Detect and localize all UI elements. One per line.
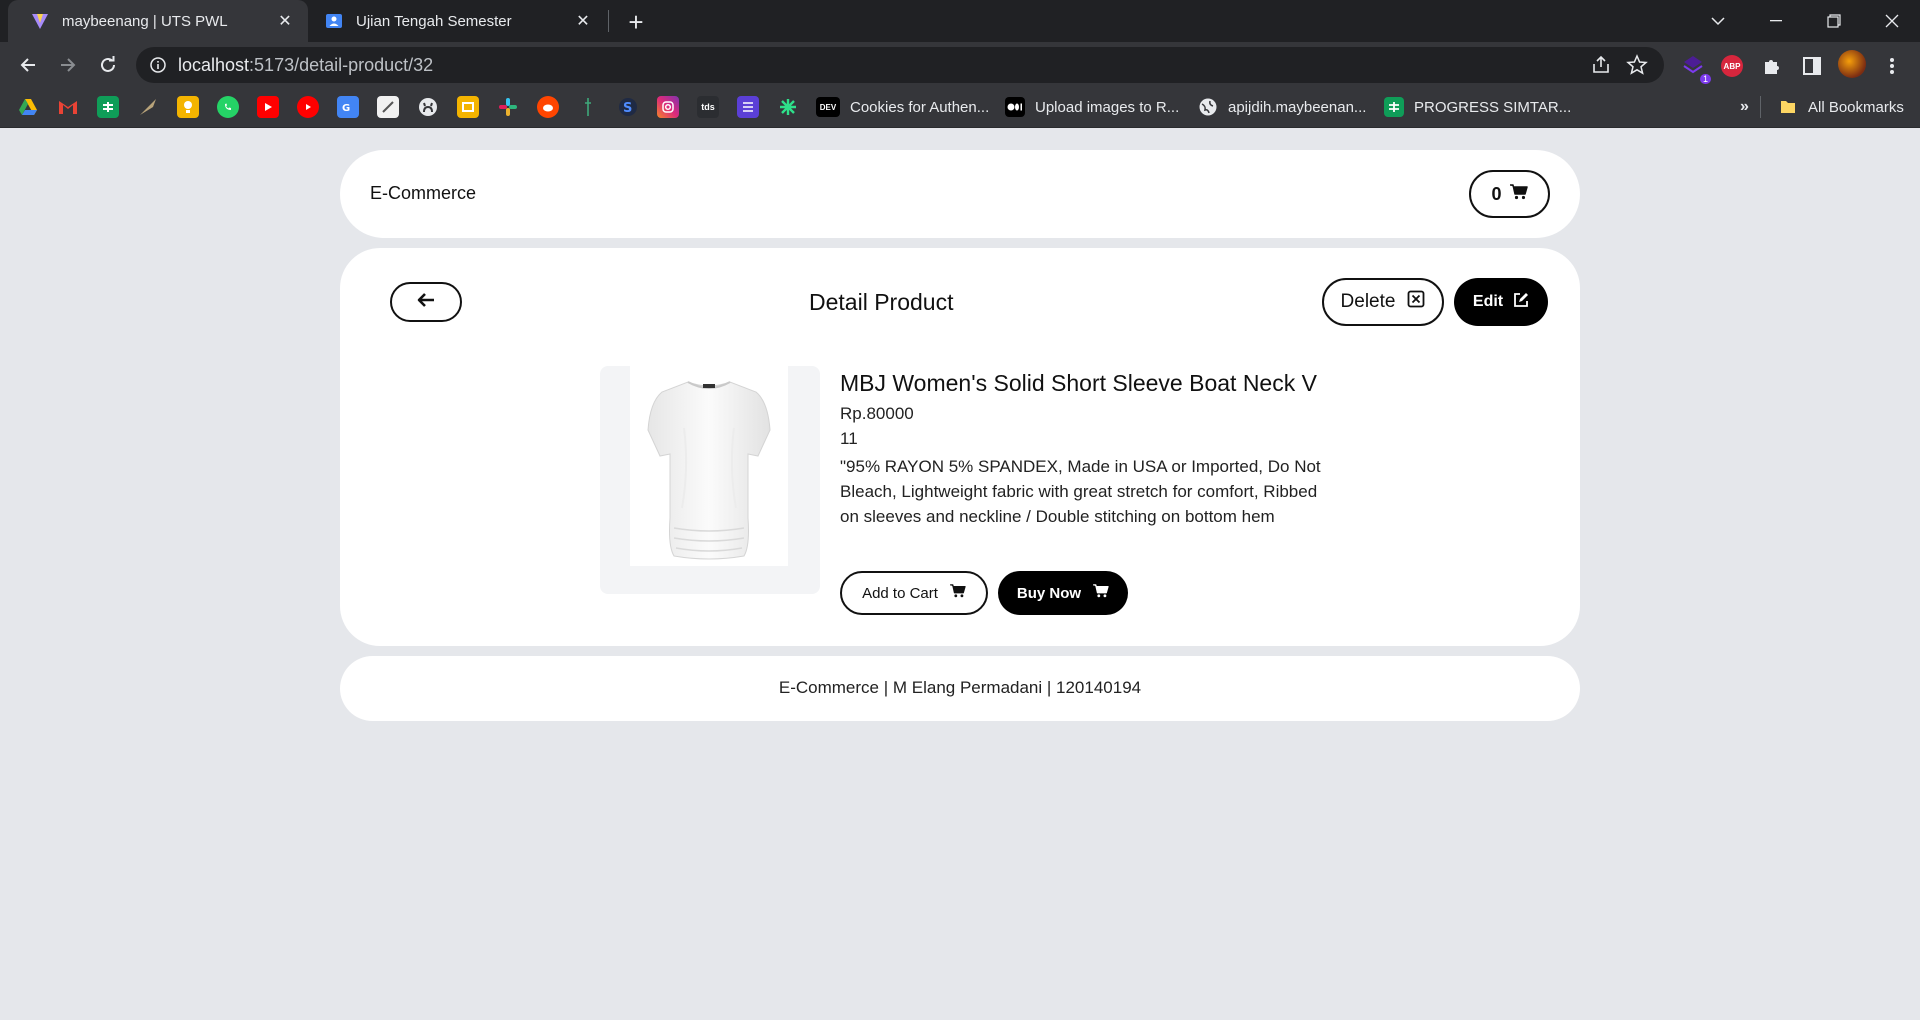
cart-icon	[950, 584, 966, 602]
back-button[interactable]	[390, 282, 462, 322]
extension-badge: 1	[1699, 74, 1711, 84]
bookmark-upload-images[interactable]: Upload images to R...	[1005, 96, 1179, 118]
share-icon[interactable]	[1590, 54, 1612, 76]
tab-search-icon[interactable]	[1690, 0, 1746, 42]
svg-text:S: S	[623, 101, 632, 116]
asterisk-icon[interactable]	[777, 96, 799, 118]
slack-icon[interactable]	[497, 96, 519, 118]
reload-icon[interactable]	[92, 49, 124, 81]
bookmark-progress-simtar[interactable]: PROGRESS SIMTAR...	[1384, 96, 1571, 118]
vite-icon	[30, 11, 50, 31]
tab-uts-pwl[interactable]: maybeenang | UTS PWL ✕	[8, 0, 308, 42]
product-image-frame	[600, 366, 820, 594]
globe-icon	[1198, 97, 1218, 117]
classroom-icon	[324, 11, 344, 31]
pin-icon[interactable]	[577, 96, 599, 118]
document-icon[interactable]	[377, 96, 399, 118]
delete-button[interactable]: Delete	[1322, 278, 1444, 326]
reddit-icon[interactable]	[537, 96, 559, 118]
tab-separator	[608, 10, 609, 32]
site-info-icon[interactable]	[148, 55, 168, 75]
tds-icon[interactable]: tds	[697, 96, 719, 118]
footer-text: E-Commerce | M Elang Permadani | 1201401…	[778, 678, 1142, 697]
google-slides-icon[interactable]	[457, 96, 479, 118]
delete-label: Delete	[1340, 291, 1396, 312]
list-icon[interactable]	[737, 96, 759, 118]
brand-logo-text[interactable]: E-Commerce	[370, 183, 476, 204]
cart-icon	[1509, 183, 1528, 205]
browser-toolbar: localhost:5173/detail-product/32 1 ABP	[0, 42, 1920, 88]
svg-text:G: G	[342, 103, 350, 114]
cart-button[interactable]: 0	[1469, 170, 1550, 218]
folder-icon	[1778, 97, 1798, 117]
bookmark-separator	[1760, 96, 1761, 118]
google-sheets-icon[interactable]	[97, 96, 119, 118]
all-bookmarks[interactable]: All Bookmarks	[1778, 96, 1904, 118]
forward-nav-icon[interactable]	[52, 49, 84, 81]
extensions-puzzle-icon[interactable]	[1758, 52, 1786, 80]
quill-icon[interactable]	[137, 96, 159, 118]
page-title: Detail Product	[809, 289, 954, 315]
product-name: MBJ Women's Solid Short Sleeve Boat Neck…	[840, 370, 1317, 396]
edit-label: Edit	[1472, 293, 1504, 310]
dev-icon: DEV	[816, 97, 840, 117]
product-image	[630, 366, 788, 566]
bookmark-apijdih[interactable]: apijdih.maybeenan...	[1198, 96, 1366, 118]
tab-ujian-tengah-semester[interactable]: Ujian Tengah Semester ✕	[308, 0, 606, 42]
shopping-cart-icon	[1093, 584, 1109, 602]
close-window-icon[interactable]	[1864, 0, 1920, 42]
bookmark-cookies-auth[interactable]: DEV Cookies for Authen...	[816, 96, 989, 118]
product-stock: 11	[840, 429, 858, 448]
profile-avatar[interactable]	[1838, 50, 1866, 78]
back-nav-icon[interactable]	[12, 49, 44, 81]
add-to-cart-button[interactable]: Add to Cart	[840, 571, 988, 615]
gmail-icon[interactable]	[57, 96, 79, 118]
extension-icon[interactable]: 1	[1679, 52, 1711, 84]
url-text[interactable]: localhost:5173/detail-product/32	[178, 55, 433, 76]
youtube-icon[interactable]	[257, 96, 279, 118]
sheets-icon	[1384, 97, 1404, 117]
side-panel-icon[interactable]	[1798, 52, 1826, 80]
tab-title: maybeenang | UTS PWL	[62, 12, 228, 30]
close-tab-icon[interactable]: ✕	[572, 10, 594, 32]
edit-icon	[1513, 292, 1529, 313]
bookmark-star-icon[interactable]	[1626, 54, 1648, 76]
product-description: "95% RAYON 5% SPANDEX, Made in USA or Im…	[840, 457, 1321, 526]
restore-icon[interactable]	[1806, 0, 1862, 42]
whatsapp-icon[interactable]	[217, 96, 239, 118]
instagram-icon[interactable]	[657, 96, 679, 118]
arrow-left-icon	[417, 292, 435, 313]
google-drive-icon[interactable]	[17, 96, 39, 118]
adblock-plus-icon[interactable]: ABP	[1718, 52, 1746, 80]
menu-kebab-icon[interactable]	[1878, 52, 1906, 80]
close-box-icon	[1407, 290, 1425, 314]
tab-title: Ujian Tengah Semester	[356, 12, 512, 30]
add-to-cart-label: Add to Cart	[862, 584, 938, 602]
cart-count: 0	[1491, 183, 1502, 204]
buy-now-label: Buy Now	[1016, 584, 1082, 602]
buy-now-button[interactable]: Buy Now	[998, 571, 1128, 615]
white-tshirt-icon	[647, 381, 771, 560]
edit-button[interactable]: Edit	[1454, 278, 1548, 326]
new-tab-button[interactable]: +	[620, 7, 652, 37]
product-price: Rp.80000	[840, 404, 914, 423]
youtube-music-icon[interactable]	[297, 96, 319, 118]
medium-icon	[1005, 97, 1025, 117]
keep-icon[interactable]	[177, 96, 199, 118]
browser-tab-strip: maybeenang | UTS PWL ✕ Ujian Tengah Seme…	[0, 0, 1920, 42]
github-icon[interactable]	[417, 96, 439, 118]
s-logo-icon[interactable]: S	[617, 96, 639, 118]
navbar: E-Commerce 0	[340, 150, 1580, 238]
close-tab-icon[interactable]: ✕	[274, 10, 296, 32]
footer: E-Commerce | M Elang Permadani | 1201401…	[340, 656, 1580, 721]
minimize-icon[interactable]	[1748, 0, 1804, 42]
address-bar[interactable]: localhost:5173/detail-product/32	[136, 47, 1664, 83]
google-translate-icon[interactable]: G	[337, 96, 359, 118]
bookmarks-overflow-chevron-icon[interactable]: »	[1740, 96, 1749, 118]
product-detail-card: Detail Product Delete Edit MBJ Women's S…	[340, 248, 1580, 646]
